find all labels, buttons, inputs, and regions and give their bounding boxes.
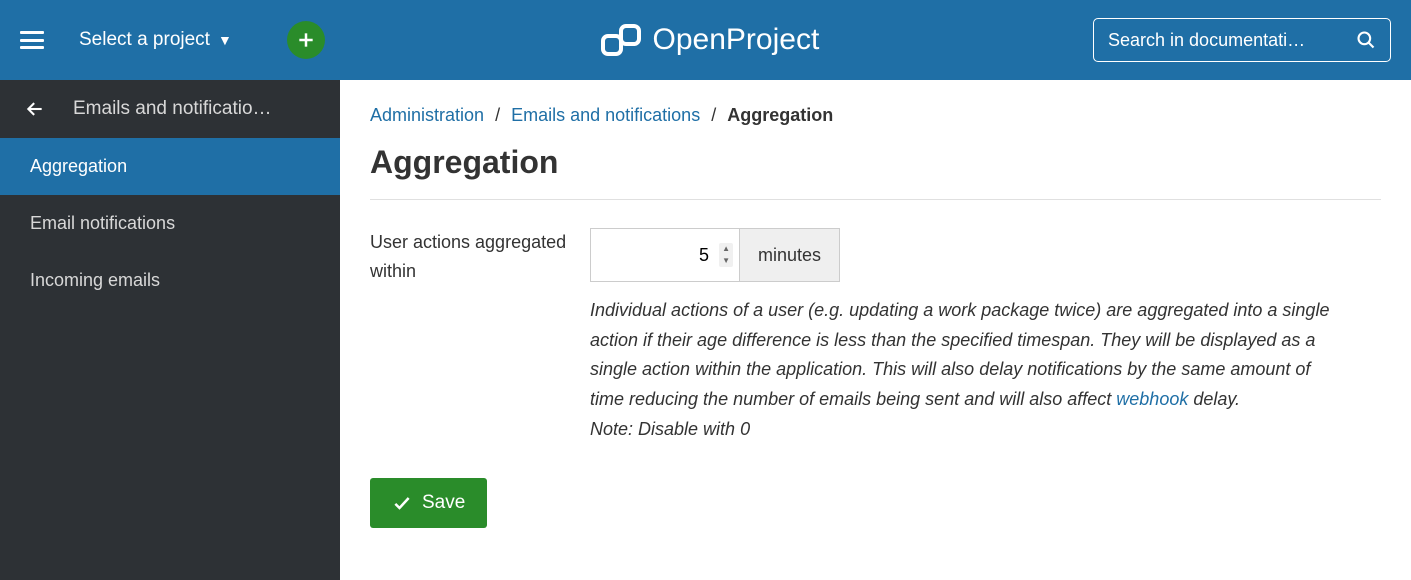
arrow-left-icon — [25, 99, 45, 119]
divider — [370, 199, 1381, 200]
help-note: Note: Disable with 0 — [590, 419, 750, 439]
form-control: ▲ ▼ minutes Individual actions of a user… — [590, 228, 1381, 444]
search-input[interactable]: Search in documentati… — [1093, 18, 1391, 62]
form-row: User actions aggregated within ▲ ▼ minut… — [370, 228, 1381, 444]
add-button[interactable] — [287, 21, 325, 59]
breadcrumb: Administration / Emails and notification… — [370, 105, 1381, 126]
page-title: Aggregation — [370, 144, 1381, 181]
sidebar-item-aggregation[interactable]: Aggregation — [0, 138, 340, 195]
logo-text: OpenProject — [653, 23, 820, 57]
sidebar: Emails and notificatio… Aggregation Emai… — [0, 80, 340, 580]
search-icon — [1356, 30, 1376, 50]
sidebar-item-email-notifications[interactable]: Email notifications — [0, 195, 340, 252]
breadcrumb-administration[interactable]: Administration — [370, 105, 484, 125]
help-text: Individual actions of a user (e.g. updat… — [590, 296, 1340, 444]
plus-icon — [296, 30, 316, 50]
logo: OpenProject — [599, 18, 820, 62]
logo-icon — [599, 18, 643, 62]
breadcrumb-separator: / — [495, 105, 500, 125]
form-label: User actions aggregated within — [370, 228, 590, 444]
sidebar-back[interactable]: Emails and notificatio… — [0, 80, 340, 138]
project-select-label: Select a project — [79, 29, 210, 51]
breadcrumb-emails-notifications[interactable]: Emails and notifications — [511, 105, 700, 125]
save-button-label: Save — [422, 492, 465, 514]
sidebar-title: Emails and notificatio… — [73, 98, 272, 120]
main-content: Administration / Emails and notification… — [340, 80, 1411, 580]
help-text-post: delay. — [1188, 389, 1240, 409]
aggregation-input-wrapper: ▲ ▼ — [590, 228, 740, 282]
search-placeholder: Search in documentati… — [1108, 30, 1348, 51]
input-group: ▲ ▼ minutes — [590, 228, 1381, 282]
header: Select a project ▼ OpenProject Search in… — [0, 0, 1411, 80]
menu-icon[interactable] — [20, 31, 44, 49]
sidebar-item-label: Aggregation — [30, 156, 127, 176]
breadcrumb-current: Aggregation — [727, 105, 833, 125]
sidebar-item-label: Email notifications — [30, 213, 175, 233]
unit-label: minutes — [740, 228, 840, 282]
breadcrumb-separator: / — [711, 105, 716, 125]
spinner-up[interactable]: ▲ — [719, 243, 733, 255]
aggregation-input[interactable] — [601, 229, 709, 281]
sidebar-item-incoming-emails[interactable]: Incoming emails — [0, 252, 340, 309]
spinner-down[interactable]: ▼ — [719, 255, 733, 267]
number-spinner: ▲ ▼ — [719, 243, 733, 267]
check-icon — [392, 493, 412, 513]
save-button[interactable]: Save — [370, 478, 487, 528]
caret-down-icon: ▼ — [218, 32, 232, 48]
project-selector[interactable]: Select a project ▼ — [79, 29, 232, 51]
webhook-link[interactable]: webhook — [1116, 389, 1188, 409]
body: Emails and notificatio… Aggregation Emai… — [0, 80, 1411, 580]
sidebar-item-label: Incoming emails — [30, 270, 160, 290]
